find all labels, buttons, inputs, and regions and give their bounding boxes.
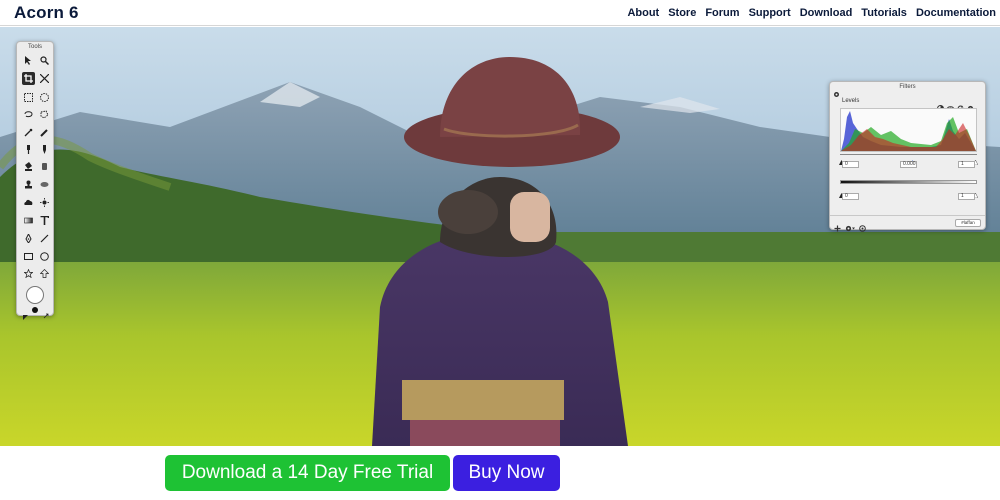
- nav-about[interactable]: About: [627, 7, 659, 19]
- add-filter-icon[interactable]: [834, 219, 841, 237]
- brush-select-tool-icon[interactable]: [38, 126, 51, 139]
- transform-tool-icon[interactable]: [38, 72, 51, 85]
- tools-palette-title: Tools: [27, 44, 42, 50]
- site-header: Acorn 6 About Store Forum Support Downlo…: [0, 0, 1000, 26]
- line-tool-icon[interactable]: [38, 232, 51, 245]
- zoom-tool-icon[interactable]: [38, 54, 51, 67]
- tools-palette: Tools: [16, 41, 54, 320]
- filters-palette: Filters Levels 0 0.000 1 0 1 #laffan: [829, 81, 986, 232]
- arrow-tool-icon[interactable]: [22, 54, 35, 67]
- preview-icon[interactable]: [859, 219, 866, 237]
- input-high-field[interactable]: 1: [958, 161, 975, 168]
- hero-image: Tools Filters Levels 0 0.000 1 0 1 #laff…: [0, 27, 1000, 446]
- swap-colors-icon[interactable]: [43, 306, 49, 319]
- crop-tool-icon[interactable]: [22, 72, 35, 85]
- main-nav: About Store Forum Support Download Tutor…: [618, 7, 996, 19]
- levels-filter-label: Levels: [842, 98, 860, 104]
- filters-palette-title: Filters: [899, 84, 916, 90]
- nav-tutorials[interactable]: Tutorials: [861, 7, 907, 19]
- text-tool-icon[interactable]: [38, 214, 51, 227]
- levels-histogram: [840, 108, 977, 152]
- filter-actions-gear-icon[interactable]: [845, 219, 855, 237]
- stamp-tool-icon[interactable]: [22, 178, 35, 191]
- output-low-field[interactable]: 0: [842, 193, 859, 200]
- ellipse-select-tool-icon[interactable]: [38, 91, 51, 104]
- eyedropper-tool-icon[interactable]: [22, 143, 35, 156]
- color-swatch[interactable]: [26, 286, 44, 304]
- polygon-lasso-tool-icon[interactable]: [38, 108, 51, 121]
- arrow-shape-tool-icon[interactable]: [38, 267, 51, 280]
- bezier-pen-tool-icon[interactable]: [22, 232, 35, 245]
- oval-shape-tool-icon[interactable]: [38, 250, 51, 263]
- cloud-tool-icon[interactable]: [22, 196, 35, 209]
- buy-now-button[interactable]: Buy Now: [453, 455, 560, 491]
- input-gamma-field[interactable]: 0.000: [900, 161, 917, 168]
- nav-support[interactable]: Support: [749, 7, 791, 19]
- input-levels-track: [840, 154, 977, 155]
- foreground-color-dot[interactable]: [32, 307, 38, 313]
- lasso-tool-icon[interactable]: [22, 108, 35, 121]
- nav-documentation[interactable]: Documentation: [916, 7, 996, 19]
- nav-download[interactable]: Download: [800, 7, 853, 19]
- download-trial-button[interactable]: Download a 14 Day Free Trial: [165, 455, 450, 491]
- bucket-tool-icon[interactable]: [22, 160, 35, 173]
- input-low-field[interactable]: 0: [842, 161, 859, 168]
- smudge-tool-icon[interactable]: [38, 178, 51, 191]
- default-colors-icon[interactable]: [23, 307, 28, 320]
- nav-forum[interactable]: Forum: [705, 7, 739, 19]
- sun-tool-icon[interactable]: [38, 196, 51, 209]
- gradient-tool-icon[interactable]: [22, 214, 35, 227]
- magic-wand-tool-icon[interactable]: [22, 126, 35, 139]
- filter-apply-button[interactable]: #laffan: [955, 219, 981, 227]
- output-high-field[interactable]: 1: [958, 193, 975, 200]
- nav-store[interactable]: Store: [668, 7, 696, 19]
- pen-tool-icon[interactable]: [38, 143, 51, 156]
- rect-select-tool-icon[interactable]: [22, 91, 35, 104]
- star-tool-icon[interactable]: [22, 267, 35, 280]
- eraser-tool-icon[interactable]: [38, 160, 51, 173]
- site-logo[interactable]: Acorn 6: [14, 3, 79, 23]
- rectangle-shape-tool-icon[interactable]: [22, 250, 35, 263]
- filters-footer-divider: [830, 215, 985, 216]
- output-levels-track: [840, 180, 977, 184]
- filters-footer-controls: [834, 219, 866, 237]
